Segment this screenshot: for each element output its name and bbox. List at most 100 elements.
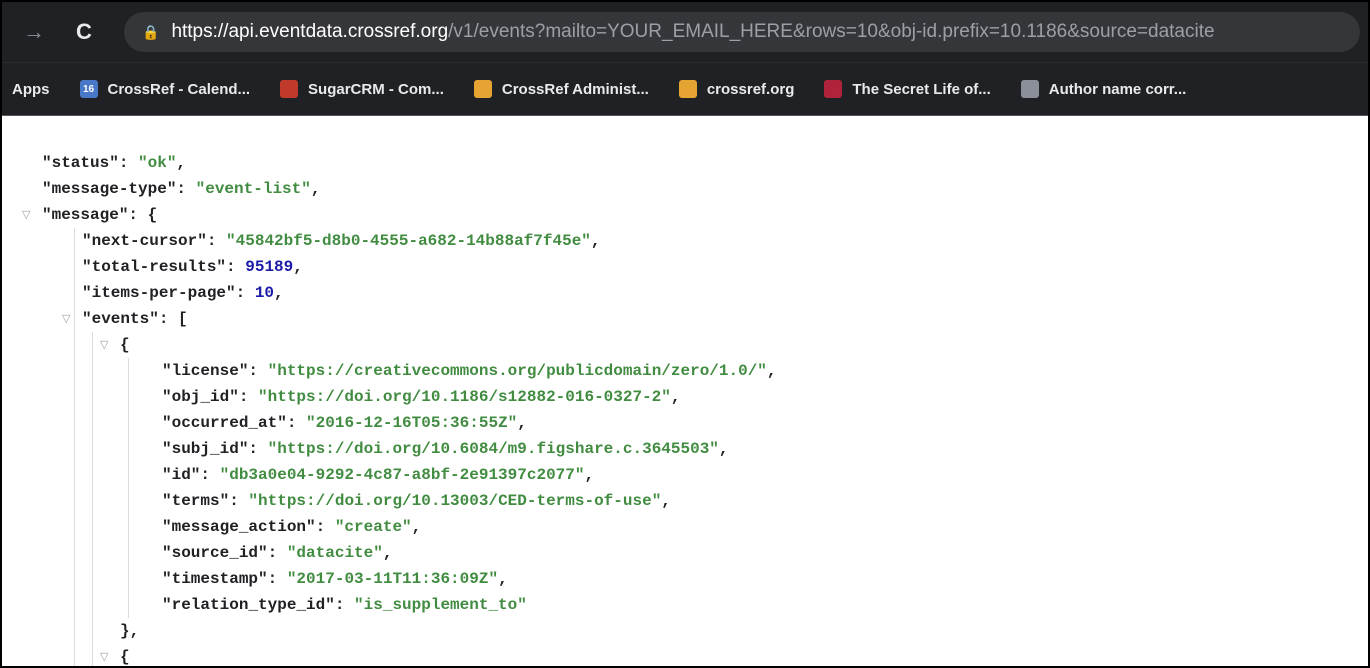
json-key: "next-cursor" xyxy=(82,232,207,250)
json-line: "obj_id": "https://doi.org/10.1186/s1288… xyxy=(162,388,681,406)
json-line: "total-results": 95189, xyxy=(82,258,303,276)
json-punctuation: { xyxy=(120,336,130,354)
json-line: "message-type": "event-list", xyxy=(42,180,321,198)
bookmark-label: CrossRef - Calend... xyxy=(107,80,251,98)
bookmarks-bar: Apps 16 CrossRef - Calend... SugarCRM - Co… xyxy=(2,62,1368,116)
json-string-value: "ok" xyxy=(138,154,177,172)
json-string-value: "db3a0e04-9292-4c87-a8bf-2e91397c2077" xyxy=(219,466,585,484)
url-path: /v1/events?mailto=YOUR_EMAIL_HERE&rows=1… xyxy=(448,21,1215,42)
json-number-value: 95189 xyxy=(245,258,294,276)
json-key: "message_action" xyxy=(162,518,316,536)
address-bar[interactable]: 🔒 https://api.eventdata.crossref.org/v1/… xyxy=(124,12,1360,52)
collapse-toggle-icon[interactable]: ▽ xyxy=(62,306,70,332)
json-punctuation: , xyxy=(766,362,777,380)
apps-shortcut[interactable]: Apps xyxy=(12,81,50,98)
json-punctuation: , xyxy=(411,518,422,536)
bookmark-label: crossref.org xyxy=(706,80,795,98)
bookmark-item[interactable]: CrossRef Administ... xyxy=(473,80,649,98)
bookmark-item[interactable]: Author name corr... xyxy=(1020,80,1187,98)
json-string-value: "event-list" xyxy=(195,180,311,198)
json-key: "message-type" xyxy=(42,180,177,198)
indent-guide xyxy=(92,332,93,666)
calendar-icon: 16 xyxy=(79,80,98,98)
bookmark-label: The Secret Life of... xyxy=(852,80,991,98)
bookmark-item[interactable]: The Secret Life of... xyxy=(824,80,991,98)
json-line: "relation_type_id": "is_supplement_to" xyxy=(162,596,527,614)
json-string-value: "https://creativecommons.org/publicdomai… xyxy=(267,362,767,380)
json-key: "total-results" xyxy=(82,258,227,276)
json-line: "items-per-page": 10, xyxy=(82,284,284,302)
json-key: "license" xyxy=(162,362,249,380)
json-punctuation: , xyxy=(498,570,508,588)
crossref-logo-icon xyxy=(678,80,697,98)
json-punctuation: , xyxy=(718,440,729,458)
json-line: }, xyxy=(2,618,1368,644)
json-punctuation: { xyxy=(120,648,130,666)
collapse-toggle-icon[interactable]: ▽ xyxy=(100,644,108,666)
bookmark-red-icon xyxy=(824,80,843,98)
json-punctuation: , xyxy=(293,258,303,276)
json-punctuation: , xyxy=(661,492,671,510)
json-string-value: "https://doi.org/10.1186/s12882-016-0327… xyxy=(258,388,671,406)
collapse-toggle-icon[interactable]: ▽ xyxy=(22,202,30,228)
json-line: ▽{ xyxy=(2,332,1368,358)
json-string-value: "https://doi.org/10.13003/CED-terms-of-u… xyxy=(248,492,662,510)
bookmark-label: SugarCRM - Com... xyxy=(308,80,444,98)
bookmark-item[interactable]: 16 CrossRef - Calend... xyxy=(79,80,251,98)
json-line: "message_action": "create", xyxy=(162,518,422,536)
json-key: "source_id" xyxy=(162,544,268,562)
json-punctuation: , xyxy=(517,414,527,432)
json-punctuation: , xyxy=(590,232,601,250)
json-key: "subj_id" xyxy=(162,440,249,458)
json-punctuation: , xyxy=(584,466,595,484)
json-line: "source_id": "datacite", xyxy=(162,544,393,562)
json-punctuation: { xyxy=(147,206,158,224)
json-line: "status": "ok", xyxy=(42,154,187,172)
bookmark-label: CrossRef Administ... xyxy=(501,80,649,98)
json-string-value: "2017-03-11T11:36:09Z" xyxy=(286,570,499,588)
json-key: "items-per-page" xyxy=(82,284,236,302)
json-viewer: "status": "ok", "message-type": "event-li… xyxy=(2,116,1368,666)
json-key: "relation_type_id" xyxy=(162,596,335,614)
json-line: "id": "db3a0e04-9292-4c87-a8bf-2e91397c2… xyxy=(162,466,595,484)
json-key: "message" xyxy=(42,206,129,224)
browser-window: → C 🔒 https://api.eventdata.crossref.org… xyxy=(0,0,1370,668)
json-string-value: "create" xyxy=(334,518,412,536)
json-line: "timestamp": "2017-03-11T11:36:09Z", xyxy=(162,570,508,588)
json-string-value: "https://doi.org/10.6084/m9.figshare.c.3… xyxy=(267,440,719,458)
bookmark-list: 16 CrossRef - Calend... SugarCRM - Com... C… xyxy=(79,80,1217,98)
json-punctuation: , xyxy=(176,154,187,172)
browser-toolbar: → C 🔒 https://api.eventdata.crossref.org… xyxy=(2,2,1368,62)
collapse-toggle-icon[interactable]: ▽ xyxy=(100,332,108,358)
json-line: "next-cursor": "45842bf5-d8b0-4555-a682-… xyxy=(82,232,601,250)
indent-guide xyxy=(74,228,75,666)
json-string-value: "datacite" xyxy=(286,544,383,562)
json-punctuation: , xyxy=(274,284,284,302)
json-line: "license": "https://creativecommons.org/… xyxy=(162,362,777,380)
json-string-value: "2016-12-16T05:36:55Z" xyxy=(306,414,518,432)
back-arrow-icon[interactable]: → xyxy=(18,16,50,48)
document-thumbnail-icon xyxy=(1020,80,1039,98)
reload-icon[interactable]: C xyxy=(68,16,100,48)
json-key: "id" xyxy=(162,466,201,484)
bookmark-item[interactable]: crossref.org xyxy=(678,80,795,98)
json-line: ▽ "events": [ xyxy=(2,306,1368,332)
indent-guide xyxy=(128,358,129,618)
json-line: "terms": "https://doi.org/10.13003/CED-t… xyxy=(162,492,671,510)
json-punctuation: , xyxy=(382,544,393,562)
json-string-value: "45842bf5-d8b0-4555-a682-14b88af7f45e" xyxy=(226,232,591,250)
json-line: ▽ "message": { xyxy=(2,202,1368,228)
crossref-logo-icon xyxy=(473,80,492,98)
json-number-value: 10 xyxy=(254,284,275,302)
json-punctuation: }, xyxy=(120,622,140,640)
json-punctuation: , xyxy=(670,388,681,406)
json-key: "obj_id" xyxy=(162,388,239,406)
bookmark-label: Author name corr... xyxy=(1048,80,1187,98)
json-key: "status" xyxy=(42,154,119,172)
json-line: "occurred_at": "2016-12-16T05:36:55Z", xyxy=(162,414,527,432)
lock-icon: 🔒 xyxy=(142,23,160,40)
json-line: "subj_id": "https://doi.org/10.6084/m9.f… xyxy=(162,440,729,458)
bookmark-item[interactable]: SugarCRM - Com... xyxy=(280,80,444,98)
json-key: "events" xyxy=(82,310,159,328)
json-punctuation: , xyxy=(310,180,321,198)
